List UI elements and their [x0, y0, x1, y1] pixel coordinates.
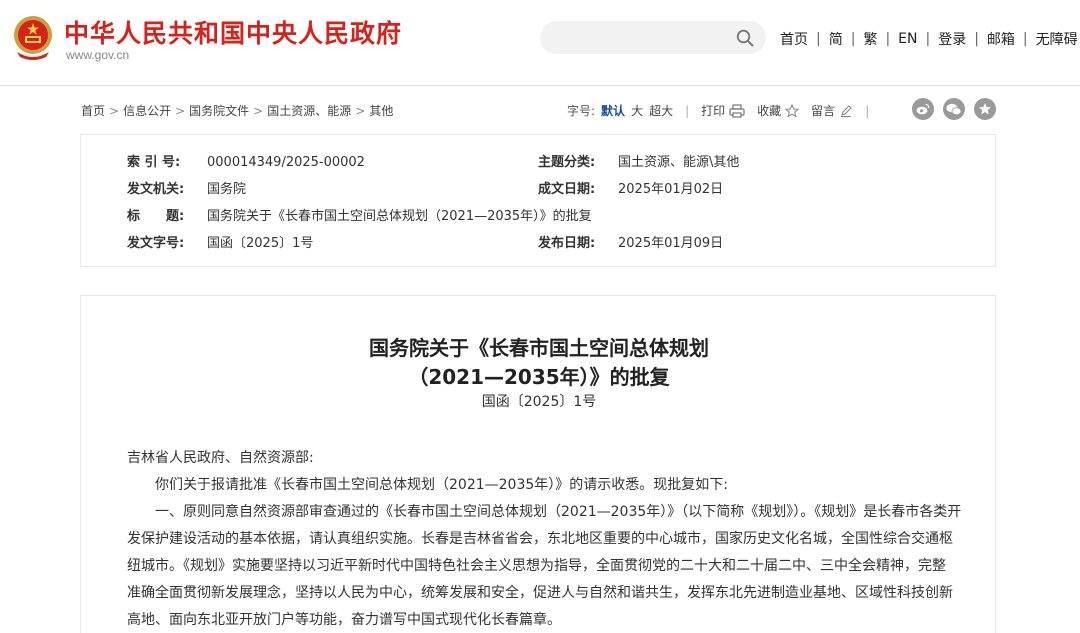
nav-traditional[interactable]: 繁	[863, 29, 877, 49]
meta-written-date: 成文日期: 2025年01月02日	[538, 178, 723, 198]
breadcrumb-separator: >	[253, 104, 264, 118]
meta-key: 索 引 号:	[127, 155, 181, 170]
meta-key: 标 题:	[127, 209, 185, 224]
font-size-label: 字号:	[567, 104, 596, 118]
font-size-large[interactable]: 大	[631, 102, 643, 119]
qzone-icon[interactable]	[974, 98, 996, 120]
document-paragraph: 准确全面贯彻新发展理念，坚持以人民为中心，统筹发展和安全，促进人与自然和谐共生，…	[127, 585, 953, 601]
breadcrumb-home[interactable]: 首页	[81, 104, 105, 118]
meta-document-number: 发文字号: 国函〔2025〕1号	[127, 232, 313, 252]
meta-key: 主题分类:	[538, 155, 596, 170]
site-url[interactable]: www.gov.cn	[66, 48, 129, 62]
breadcrumb-state-council-docs[interactable]: 国务院文件	[189, 104, 249, 118]
document-body: 国务院关于《长春市国土空间总体规划 （2021—2035年）》的批复 国函〔20…	[80, 295, 996, 633]
nav-separator: |	[850, 31, 856, 47]
pencil-icon	[841, 104, 852, 117]
document-title-line-1: 国务院关于《长春市国土空间总体规划	[369, 336, 709, 360]
share-buttons	[903, 98, 996, 120]
tools-separator: |	[865, 103, 870, 118]
meta-index-number: 索 引 号: 000014349/2025-00002	[127, 151, 365, 171]
meta-issuing-agency: 发文机关: 国务院	[127, 178, 246, 198]
breadcrumb-other[interactable]: 其他	[369, 104, 393, 118]
meta-value: 国函〔2025〕1号	[207, 236, 314, 251]
meta-value: 000014349/2025-00002	[207, 155, 365, 170]
comment-label: 留言	[811, 104, 836, 118]
nav-separator: |	[974, 31, 979, 47]
nav-separator: |	[1022, 31, 1028, 47]
top-nav: 首页 | 简 | 繁 | EN | 登录 | 邮箱 | 无障碍	[780, 29, 1078, 49]
comment-button[interactable]: 留言	[811, 102, 853, 119]
weibo-icon[interactable]	[912, 98, 934, 120]
font-size-default[interactable]: 默认	[601, 102, 625, 119]
meta-value: 2025年01月09日	[618, 236, 724, 251]
meta-value: 国土资源、能源\其他	[618, 155, 740, 170]
site-title[interactable]: 中华人民共和国中央人民政府	[64, 14, 402, 50]
search-box[interactable]	[540, 21, 766, 54]
nav-login[interactable]: 登录	[938, 29, 966, 49]
search-input[interactable]	[554, 27, 724, 48]
document-metadata-table: 索 引 号: 000014349/2025-00002 发文机关: 国务院 标 题:…	[80, 134, 996, 267]
nav-english[interactable]: EN	[898, 31, 917, 47]
favorite-button[interactable]: 收藏	[757, 102, 800, 119]
nav-home[interactable]: 首页	[780, 29, 808, 49]
breadcrumb-land-energy[interactable]: 国土资源、能源	[267, 104, 351, 118]
font-size-xlarge[interactable]: 超大	[649, 102, 673, 119]
nav-accessibility[interactable]: 无障碍	[1036, 29, 1078, 49]
meta-value: 国务院关于《长春市国土空间总体规划（2021—2035年）》的批复	[207, 209, 592, 224]
site-header: 中华人民共和国中央人民政府 www.gov.cn 首页 | 简 | 繁 | EN…	[0, 0, 1080, 86]
breadcrumb-separator: >	[355, 104, 366, 118]
breadcrumb: 首页 > 信息公开 > 国务院文件 > 国土资源、能源 > 其他	[81, 102, 393, 119]
favorite-label: 收藏	[757, 104, 782, 118]
document-paragraph: 你们关于报请批准《长春市国土空间总体规划（2021—2035年）》的请示收悉。现…	[155, 477, 728, 493]
meta-title: 标 题: 国务院关于《长春市国土空间总体规划（2021—2035年）》的批复	[127, 205, 592, 225]
document-paragraph: 高地、面向东北亚开放门户等功能，奋力谱写中国式现代化长春篇章。	[127, 612, 561, 628]
meta-key: 发文机关:	[127, 182, 185, 197]
wechat-icon[interactable]	[943, 98, 965, 120]
print-button[interactable]: 打印	[701, 102, 745, 119]
document-paragraph: 纽城市。《规划》实施要坚持以习近平新时代中国特色社会主义思想为指导，全面贯彻党的…	[127, 558, 946, 574]
nav-separator: |	[816, 31, 821, 47]
nav-simplified[interactable]: 简	[829, 29, 843, 49]
meta-publish-date: 发布日期: 2025年01月09日	[538, 232, 723, 252]
meta-key: 成文日期:	[538, 182, 596, 197]
search-icon[interactable]	[736, 29, 754, 47]
document-paragraph: 一、原则同意自然资源部审查通过的《长春市国土空间总体规划（2021—2035年）…	[155, 504, 962, 520]
printer-icon	[729, 103, 745, 118]
star-icon	[785, 103, 800, 118]
tools-separator: |	[685, 103, 690, 118]
document-salutation: 吉林省人民政府、自然资源部:	[127, 450, 314, 466]
document-title-line-2: （2021—2035年）》的批复	[408, 365, 670, 389]
meta-value: 国务院	[207, 182, 247, 197]
meta-key: 发布日期:	[538, 236, 596, 251]
meta-value: 2025年01月02日	[618, 182, 724, 197]
meta-subject-category: 主题分类: 国土资源、能源\其他	[538, 151, 739, 171]
nav-separator: |	[885, 31, 891, 47]
nav-separator: |	[925, 31, 931, 47]
page-tools: 字号: 默认 大 超大 | 打印 收藏 留言 |	[567, 102, 881, 119]
national-emblem-icon[interactable]	[12, 14, 54, 60]
nav-mail[interactable]: 邮箱	[987, 29, 1015, 49]
print-label: 打印	[701, 104, 726, 118]
utility-bar: 首页 > 信息公开 > 国务院文件 > 国土资源、能源 > 其他 字号: 默认 大 超大 | 打…	[81, 98, 996, 121]
breadcrumb-separator: >	[109, 104, 120, 118]
breadcrumb-separator: >	[175, 104, 186, 118]
meta-key: 发文字号:	[127, 236, 185, 251]
document-number: 国函〔2025〕1号	[481, 394, 597, 410]
breadcrumb-info-disclosure[interactable]: 信息公开	[123, 104, 171, 118]
document-paragraph: 发保护建设活动的基本依据，请认真组织实施。长春是吉林省省会，东北地区重要的中心城…	[127, 531, 953, 547]
